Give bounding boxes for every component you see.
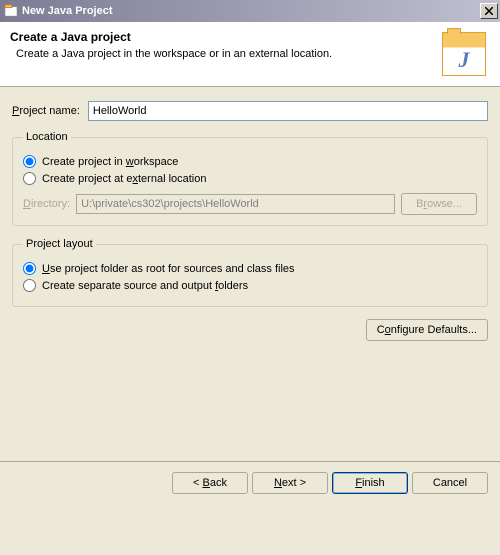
app-icon <box>4 4 18 18</box>
wizard-header: Create a Java project Create a Java proj… <box>0 22 500 87</box>
location-legend: Location <box>23 131 71 143</box>
back-button[interactable]: < Back <box>172 472 248 494</box>
radio-external[interactable] <box>23 172 36 185</box>
java-project-icon: J <box>442 32 486 76</box>
radio-root-folder-label: Use project folder as root for sources a… <box>42 263 295 275</box>
page-title: Create a Java project <box>10 30 332 44</box>
directory-input <box>76 194 395 214</box>
window-title: New Java Project <box>22 5 113 17</box>
location-group: Location Create project in workspace Cre… <box>12 131 488 226</box>
titlebar: New Java Project <box>0 0 500 22</box>
project-name-label: Project name: <box>12 105 80 117</box>
project-layout-group: Project layout Use project folder as roo… <box>12 238 488 307</box>
browse-button: Browse... <box>401 193 477 215</box>
radio-separate-folders[interactable] <box>23 279 36 292</box>
directory-label: Directory: <box>23 198 70 210</box>
project-name-input[interactable] <box>88 101 488 121</box>
dialog-content: Project name: Location Create project in… <box>0 87 500 349</box>
close-button[interactable] <box>480 3 498 19</box>
next-button[interactable]: Next > <box>252 472 328 494</box>
page-description: Create a Java project in the workspace o… <box>16 48 332 60</box>
radio-separate-folders-label: Create separate source and output folder… <box>42 280 248 292</box>
cancel-button[interactable]: Cancel <box>412 472 488 494</box>
radio-root-folder[interactable] <box>23 262 36 275</box>
radio-external-label: Create project at external location <box>42 173 207 185</box>
button-bar: < Back Next > Finish Cancel <box>0 462 500 504</box>
project-layout-legend: Project layout <box>23 238 96 250</box>
finish-button[interactable]: Finish <box>332 472 408 494</box>
radio-workspace-label: Create project in workspace <box>42 156 178 168</box>
configure-defaults-button[interactable]: Configure Defaults... <box>366 319 488 341</box>
radio-workspace[interactable] <box>23 155 36 168</box>
